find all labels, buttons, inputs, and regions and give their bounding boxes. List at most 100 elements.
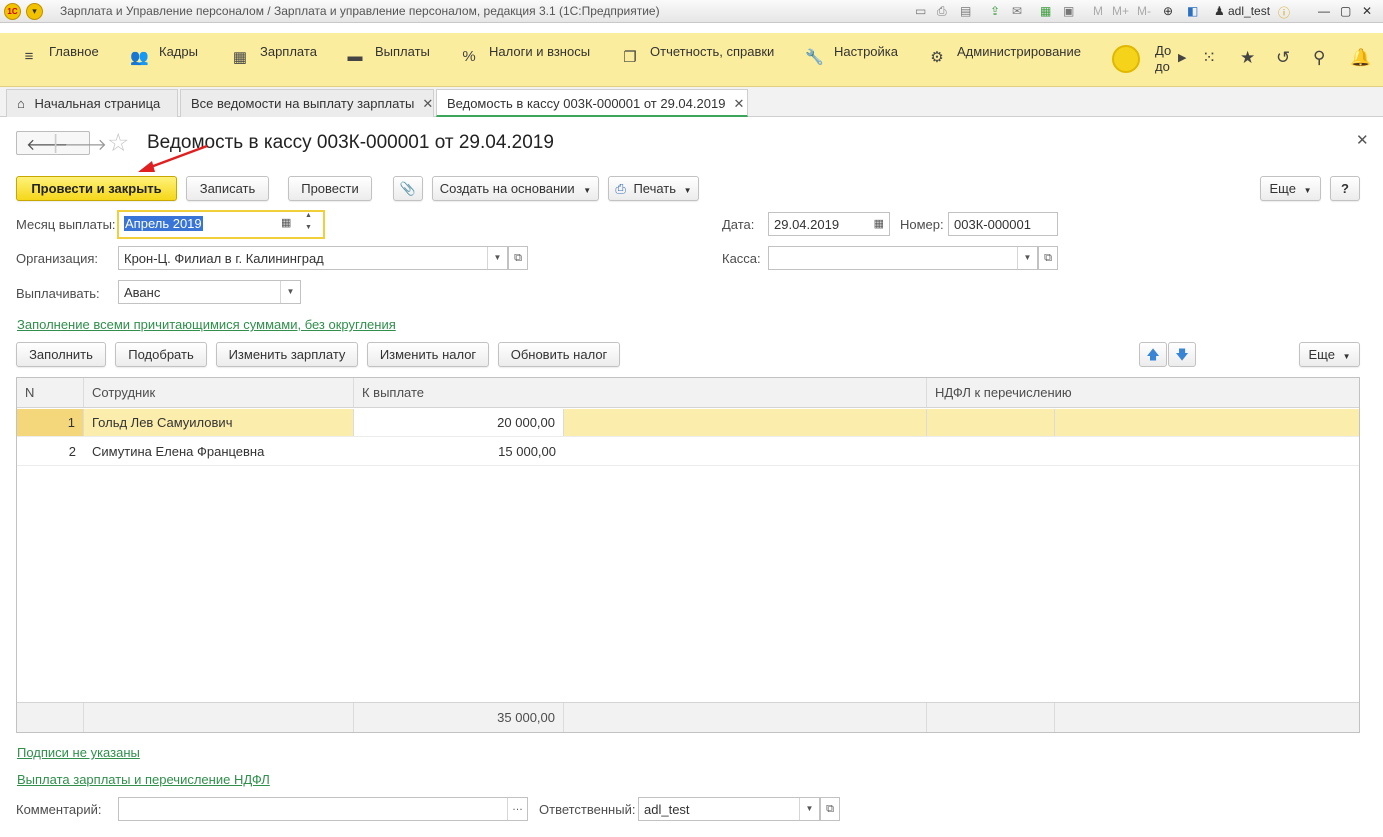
user-icon: ♟ bbox=[1214, 4, 1225, 18]
close-window-icon[interactable]: ✕ bbox=[1362, 4, 1372, 18]
chevron-down-icon[interactable]: ▼ bbox=[1017, 247, 1037, 269]
post-button[interactable]: Провести bbox=[288, 176, 372, 201]
window-icon[interactable]: ◧ bbox=[1187, 4, 1198, 18]
row-amount[interactable]: 20 000,00 bbox=[354, 409, 564, 436]
footer-cell-ndfl bbox=[927, 703, 1055, 732]
info-icon[interactable]: ⓘ bbox=[1278, 4, 1290, 21]
status-indicator-icon[interactable] bbox=[1112, 45, 1140, 73]
create-based-on-button[interactable]: Создать на основании ▼ bbox=[432, 176, 599, 201]
open-organization-icon[interactable]: ⧉ bbox=[508, 246, 528, 270]
save-button[interactable]: Записать bbox=[186, 176, 269, 201]
signatures-link[interactable]: Подписи не указаны bbox=[17, 745, 140, 760]
apps-grid-icon[interactable]: ⁙ bbox=[1202, 48, 1216, 68]
main-menu-icon[interactable]: ▾ bbox=[26, 3, 43, 20]
fill-button[interactable]: Заполнить bbox=[16, 342, 106, 367]
help-button[interactable]: ? bbox=[1330, 176, 1360, 201]
close-document-icon[interactable]: ✕ bbox=[1356, 131, 1369, 149]
calendar-icon[interactable]: ▣ bbox=[1063, 4, 1074, 18]
number-field[interactable]: 003К-000001 bbox=[948, 212, 1058, 236]
more-actions-button[interactable]: Еще ▼ bbox=[1260, 176, 1321, 201]
change-salary-button[interactable]: Изменить зарплату bbox=[216, 342, 358, 367]
tab-all-statements[interactable]: Все ведомости на выплату зарплаты ✕ bbox=[180, 89, 434, 117]
tab-home[interactable]: ⌂ Начальная страница bbox=[6, 89, 178, 117]
preview-icon[interactable]: ▤ bbox=[960, 4, 971, 18]
chevron-down-icon[interactable]: ▼ bbox=[799, 798, 819, 820]
fill-mode-link[interactable]: Заполнение всеми причитающимися суммами,… bbox=[17, 317, 396, 332]
spin-up-icon[interactable]: ▲ bbox=[305, 212, 312, 219]
payment-ndfl-link[interactable]: Выплата зарплаты и перечисление НДФЛ bbox=[17, 772, 270, 787]
row-amount: 15 000,00 bbox=[498, 444, 556, 459]
print-icon[interactable]: ⎙ bbox=[937, 4, 947, 19]
cash-label: Касса: bbox=[722, 251, 761, 266]
favorite-star-icon[interactable]: ☆ bbox=[107, 128, 129, 158]
column-header-n[interactable]: N bbox=[17, 378, 84, 407]
section-label: Администрирование bbox=[957, 44, 1081, 59]
close-tab-icon[interactable]: ✕ bbox=[733, 96, 744, 111]
footer-cell-extra bbox=[564, 703, 927, 732]
refresh-tax-button[interactable]: Обновить налог bbox=[498, 342, 620, 367]
search-icon[interactable]: ⚲ bbox=[1313, 48, 1325, 68]
forward-arrow-icon[interactable]: 🡒 bbox=[64, 134, 107, 155]
memory-icon[interactable]: M bbox=[1093, 4, 1103, 18]
employees-table[interactable]: N Сотрудник К выплате НДФЛ к перечислени… bbox=[16, 377, 1360, 733]
chevron-down-icon[interactable]: ▼ bbox=[280, 281, 300, 303]
calculator-icon[interactable]: ▦ bbox=[1040, 4, 1051, 18]
save-icon[interactable]: ▭ bbox=[915, 4, 926, 18]
pay-type-value: Аванс bbox=[124, 285, 161, 300]
open-responsible-icon[interactable]: ⧉ bbox=[820, 797, 840, 821]
calendar-icon[interactable]: ▦ bbox=[281, 216, 291, 229]
column-header-ndfl[interactable]: НДФЛ к перечислению bbox=[927, 378, 1359, 407]
move-down-icon[interactable]: 🡇 bbox=[1168, 342, 1196, 367]
sections-more-label[interactable]: До до bbox=[1155, 43, 1171, 75]
chevron-down-icon[interactable]: ▼ bbox=[487, 247, 507, 269]
number-label: Номер: bbox=[900, 217, 944, 232]
home-icon: ⌂ bbox=[17, 96, 25, 111]
scroll-right-icon[interactable]: ▶ bbox=[1178, 51, 1186, 64]
attachments-button[interactable]: 📎 bbox=[393, 176, 423, 201]
calendar-icon[interactable]: ▦ bbox=[874, 217, 884, 230]
table-header: N Сотрудник К выплате НДФЛ к перечислени… bbox=[17, 378, 1359, 408]
zoom-icon[interactable]: ⊕ bbox=[1163, 4, 1173, 18]
back-arrow-icon[interactable]: 🡐 bbox=[26, 134, 69, 155]
spin-down-icon[interactable]: ▼ bbox=[305, 224, 312, 231]
maximize-icon[interactable]: ▢ bbox=[1340, 4, 1351, 18]
table-more-button[interactable]: Еще ▼ bbox=[1299, 342, 1360, 367]
table-row[interactable]: 1 Гольд Лев Самуилович 20 000,00 bbox=[17, 409, 1359, 437]
current-user[interactable]: adl_test bbox=[1228, 4, 1270, 18]
month-field[interactable]: Апрель 2019 ▦ ▲ ▼ bbox=[117, 210, 325, 239]
pay-type-field[interactable]: Аванс ▼ bbox=[118, 280, 301, 304]
memory-plus-icon[interactable]: M+ bbox=[1112, 4, 1129, 18]
history-icon[interactable]: ↺ bbox=[1276, 48, 1290, 68]
section-label: Налоги и взносы bbox=[489, 44, 591, 59]
memory-minus-icon[interactable]: M- bbox=[1137, 4, 1151, 18]
responsible-field[interactable]: adl_test ▼ bbox=[638, 797, 820, 821]
column-header-amount[interactable]: К выплате bbox=[354, 378, 927, 407]
move-up-icon[interactable]: 🡅 bbox=[1139, 342, 1167, 367]
cash-field[interactable]: ▼ bbox=[768, 246, 1038, 270]
close-tab-icon[interactable]: ✕ bbox=[422, 96, 433, 111]
table-row[interactable]: 2 Симутина Елена Францевна 15 000,00 bbox=[17, 438, 1359, 466]
mail-icon[interactable]: ✉ bbox=[1012, 4, 1022, 18]
tab-current-document[interactable]: Ведомость в кассу 003К-000001 от 29.04.2… bbox=[436, 89, 748, 117]
pick-button[interactable]: Подобрать bbox=[115, 342, 207, 367]
chevron-down-icon: ▼ bbox=[583, 186, 592, 195]
window-titlebar: 1С ▾ Зарплата и Управление персоналом / … bbox=[0, 0, 1383, 23]
ellipsis-icon[interactable]: … bbox=[507, 798, 527, 820]
minimize-icon[interactable]: — bbox=[1318, 4, 1330, 18]
notifications-bell-icon[interactable]: 🔔 bbox=[1350, 48, 1371, 68]
organization-field[interactable]: Крон-Ц. Филиал в г. Калининград ▼ bbox=[118, 246, 508, 270]
print-button[interactable]: ⎙ Печать ▼ bbox=[608, 176, 699, 201]
month-label: Месяц выплаты: bbox=[16, 217, 116, 232]
comment-label: Комментарий: bbox=[16, 802, 102, 817]
comment-field[interactable]: … bbox=[118, 797, 528, 821]
upload-icon[interactable]: ⇪ bbox=[990, 4, 1000, 18]
date-label: Дата: bbox=[722, 217, 755, 232]
change-tax-button[interactable]: Изменить налог bbox=[367, 342, 489, 367]
date-field[interactable]: 29.04.2019 ▦ bbox=[768, 212, 890, 236]
open-cash-icon[interactable]: ⧉ bbox=[1038, 246, 1058, 270]
footer-cell-n bbox=[17, 703, 84, 732]
post-and-close-button[interactable]: Провести и закрыть bbox=[16, 176, 177, 201]
hamburger-icon: ≡ bbox=[24, 48, 34, 65]
column-header-employee[interactable]: Сотрудник bbox=[84, 378, 354, 407]
favorites-star-icon[interactable]: ★ bbox=[1240, 48, 1255, 68]
